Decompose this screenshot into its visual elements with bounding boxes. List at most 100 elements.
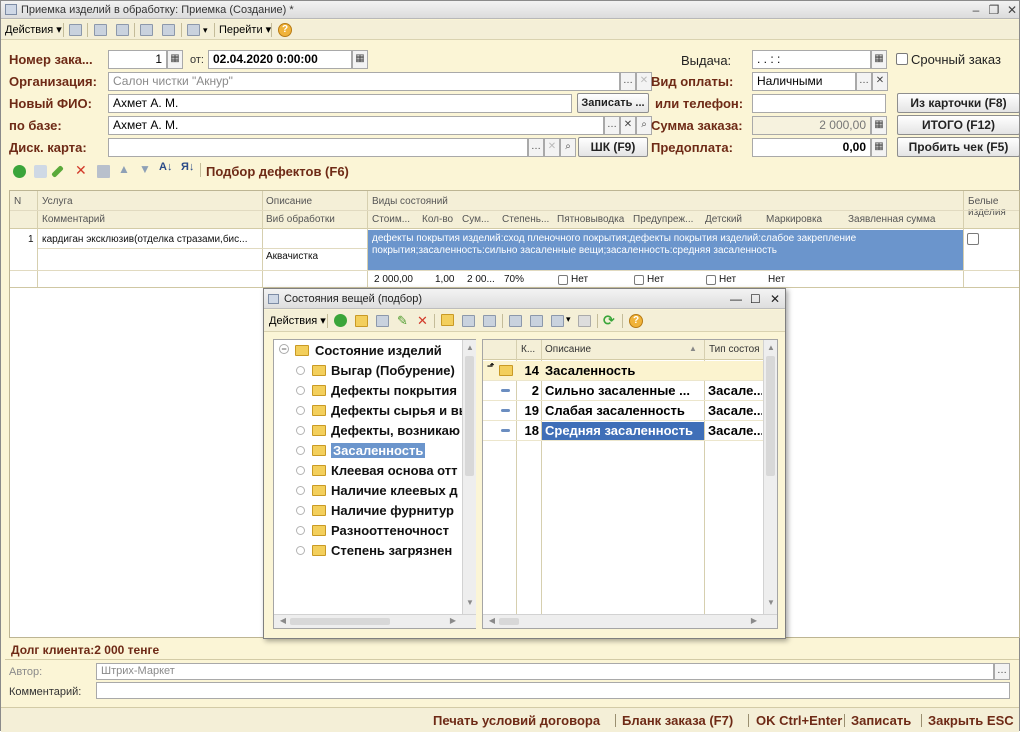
col-service[interactable]: Услуга — [42, 196, 73, 207]
barcode-button[interactable]: ШК (F9) — [578, 137, 648, 157]
base-select-icon[interactable]: … — [604, 116, 620, 135]
payment-select-icon[interactable]: … — [856, 72, 872, 91]
row-service[interactable]: кардиган эксклюзив(отделка стразами,бис.… — [42, 234, 260, 245]
col-price[interactable]: Стоим... — [372, 214, 418, 225]
copy-row-icon[interactable] — [34, 165, 47, 178]
list-item[interactable]: 18 Средняя засаленность Засале... — [483, 421, 763, 441]
dialog-filter-value-icon[interactable] — [530, 315, 543, 327]
org-clear-icon[interactable]: ✕ — [636, 72, 652, 91]
save-button[interactable]: Записать — [851, 713, 911, 728]
base-field[interactable]: Ахмет А. М. — [108, 116, 604, 135]
col-comment[interactable]: Комментарий — [42, 214, 105, 225]
tree-item[interactable]: Наличие клеевых д — [274, 481, 462, 501]
row-price[interactable]: 2 000,00 — [374, 274, 413, 285]
dialog-filter-dropdown-icon[interactable]: ▾ — [566, 314, 571, 325]
issue-calendar-icon[interactable]: ▦ — [871, 50, 887, 69]
org-field[interactable]: Салон чистки "Акнур" — [108, 72, 620, 91]
send-icon[interactable] — [187, 24, 200, 36]
sort-desc-icon[interactable]: Я↓ — [181, 161, 194, 173]
payment-field[interactable]: Наличными — [752, 72, 856, 91]
print-doc-icon[interactable] — [162, 24, 175, 36]
col-marking[interactable]: Маркировка — [766, 214, 844, 225]
move-down-icon[interactable]: ▼ — [139, 162, 151, 176]
delete-row-icon[interactable]: ✕ — [75, 162, 87, 179]
base-clear-icon[interactable]: ✕ — [620, 116, 636, 135]
dialog-minimize-icon[interactable]: — — [730, 289, 742, 309]
order-form-button[interactable]: Бланк заказа (F7) — [622, 713, 733, 728]
org-select-icon[interactable]: … — [620, 72, 636, 91]
col-sum[interactable]: Сум... — [462, 214, 498, 225]
base-search-icon[interactable]: ⌕ — [636, 116, 652, 135]
dialog-clear-filter-icon[interactable] — [578, 315, 591, 327]
save-fio-button[interactable]: Записать ... — [577, 93, 649, 113]
edit-row-icon[interactable] — [51, 165, 64, 178]
dialog-refresh-icon[interactable]: ⟳ — [603, 312, 615, 329]
tree-item[interactable]: Разнооттеночност — [274, 521, 462, 541]
fio-field[interactable]: Ахмет А. М. — [108, 94, 572, 113]
tree-item[interactable]: Выгар (Побурение) — [274, 361, 462, 381]
dialog-hierarchy-icon[interactable] — [441, 314, 454, 326]
close-button[interactable]: Закрыть ESC — [928, 713, 1014, 728]
row-sum[interactable]: 2 00... — [467, 274, 495, 285]
list-item[interactable]: ⬏ 14 Засаленность — [483, 361, 763, 381]
comment-field[interactable] — [96, 682, 1010, 699]
col-degree[interactable]: Степень... — [502, 214, 554, 225]
defects-selection-link[interactable]: Подбор дефектов (F6) — [206, 164, 349, 179]
col-white-items[interactable]: Белые изделия — [968, 196, 1016, 218]
prepay-field[interactable]: 0,00 — [752, 138, 871, 157]
dialog-maximize-icon[interactable]: ☐ — [750, 289, 761, 309]
col-states[interactable]: Виды состояний — [372, 196, 448, 207]
col-stain[interactable]: Пятновыводка — [557, 214, 629, 225]
calendar-icon[interactable]: ▦ — [352, 50, 368, 69]
row-kids-checkbox[interactable] — [706, 275, 716, 285]
list-item[interactable]: 2 Сильно засаленные ... Засале... — [483, 381, 763, 401]
phone-field[interactable] — [752, 94, 886, 113]
tree-root[interactable]: − Состояние изделий — [274, 341, 462, 361]
disc-card-field[interactable] — [108, 138, 528, 157]
tree-item[interactable]: Степень загрязнен — [274, 541, 462, 561]
col-kids[interactable]: Детский — [705, 214, 761, 225]
dialog-help-icon[interactable]: ? — [629, 314, 643, 328]
tree-item[interactable]: Наличие фурнитур — [274, 501, 462, 521]
end-edit-icon[interactable] — [97, 165, 110, 178]
tree-item[interactable]: Клеевая основа отт — [274, 461, 462, 481]
list-item[interactable]: 19 Слабая засаленность Засале... — [483, 401, 763, 421]
send-dropdown-icon[interactable]: ▾ — [203, 20, 208, 40]
author-select-icon[interactable]: … — [994, 663, 1010, 680]
row-states[interactable]: дефекты покрытия изделий:сход пленочного… — [372, 233, 960, 257]
urgent-checkbox[interactable] — [896, 53, 908, 65]
row-qty[interactable]: 1,00 — [435, 274, 454, 285]
row-stain-checkbox[interactable] — [558, 275, 568, 285]
ok-button[interactable]: OK Ctrl+Enter — [756, 713, 842, 728]
col-declared-sum[interactable]: Заявленная сумма — [848, 214, 964, 225]
list-col-code[interactable]: К... — [521, 344, 535, 355]
tree-vscroll[interactable]: ▲ ▼ — [462, 340, 476, 614]
col-n[interactable]: N — [14, 196, 21, 207]
list-hscroll[interactable]: ◀ ▶ — [483, 614, 777, 628]
goto-menu[interactable]: Перейти ▾ — [219, 20, 271, 40]
col-process[interactable]: Виб обработки — [266, 214, 335, 225]
col-warning[interactable]: Предупреж... — [633, 214, 701, 225]
payment-clear-icon[interactable]: ✕ — [872, 72, 888, 91]
help-icon[interactable]: ? — [278, 23, 292, 37]
row-degree[interactable]: 70% — [504, 274, 524, 285]
row-marking[interactable]: Нет — [768, 274, 785, 285]
order-number-field[interactable]: 1 — [108, 50, 167, 69]
move-up-icon[interactable]: ▲ — [118, 162, 130, 176]
disc-select-icon[interactable]: … — [528, 138, 544, 157]
sort-asc-icon[interactable]: A↓ — [159, 161, 172, 173]
tree-item[interactable]: Дефекты, возникаю — [274, 421, 462, 441]
post-icon[interactable] — [69, 24, 82, 36]
actions-menu[interactable]: Действия ▾ — [5, 20, 62, 40]
dialog-filter-history-icon[interactable] — [551, 315, 564, 327]
list-col-desc[interactable]: Описание — [545, 344, 591, 355]
copy-doc-icon[interactable] — [116, 24, 129, 36]
dialog-close-icon[interactable]: ✕ — [770, 289, 780, 309]
print-contract-button[interactable]: Печать условий договора — [433, 713, 600, 728]
minimize-icon[interactable]: – — [967, 1, 985, 19]
dialog-filter-icon[interactable] — [509, 315, 522, 327]
dialog-delete-icon[interactable]: ✕ — [417, 313, 428, 329]
dialog-move-icon[interactable] — [462, 315, 475, 327]
calc-icon[interactable]: ▦ — [167, 50, 183, 69]
tree-item[interactable]: Дефекты сырья и вы — [274, 401, 470, 421]
